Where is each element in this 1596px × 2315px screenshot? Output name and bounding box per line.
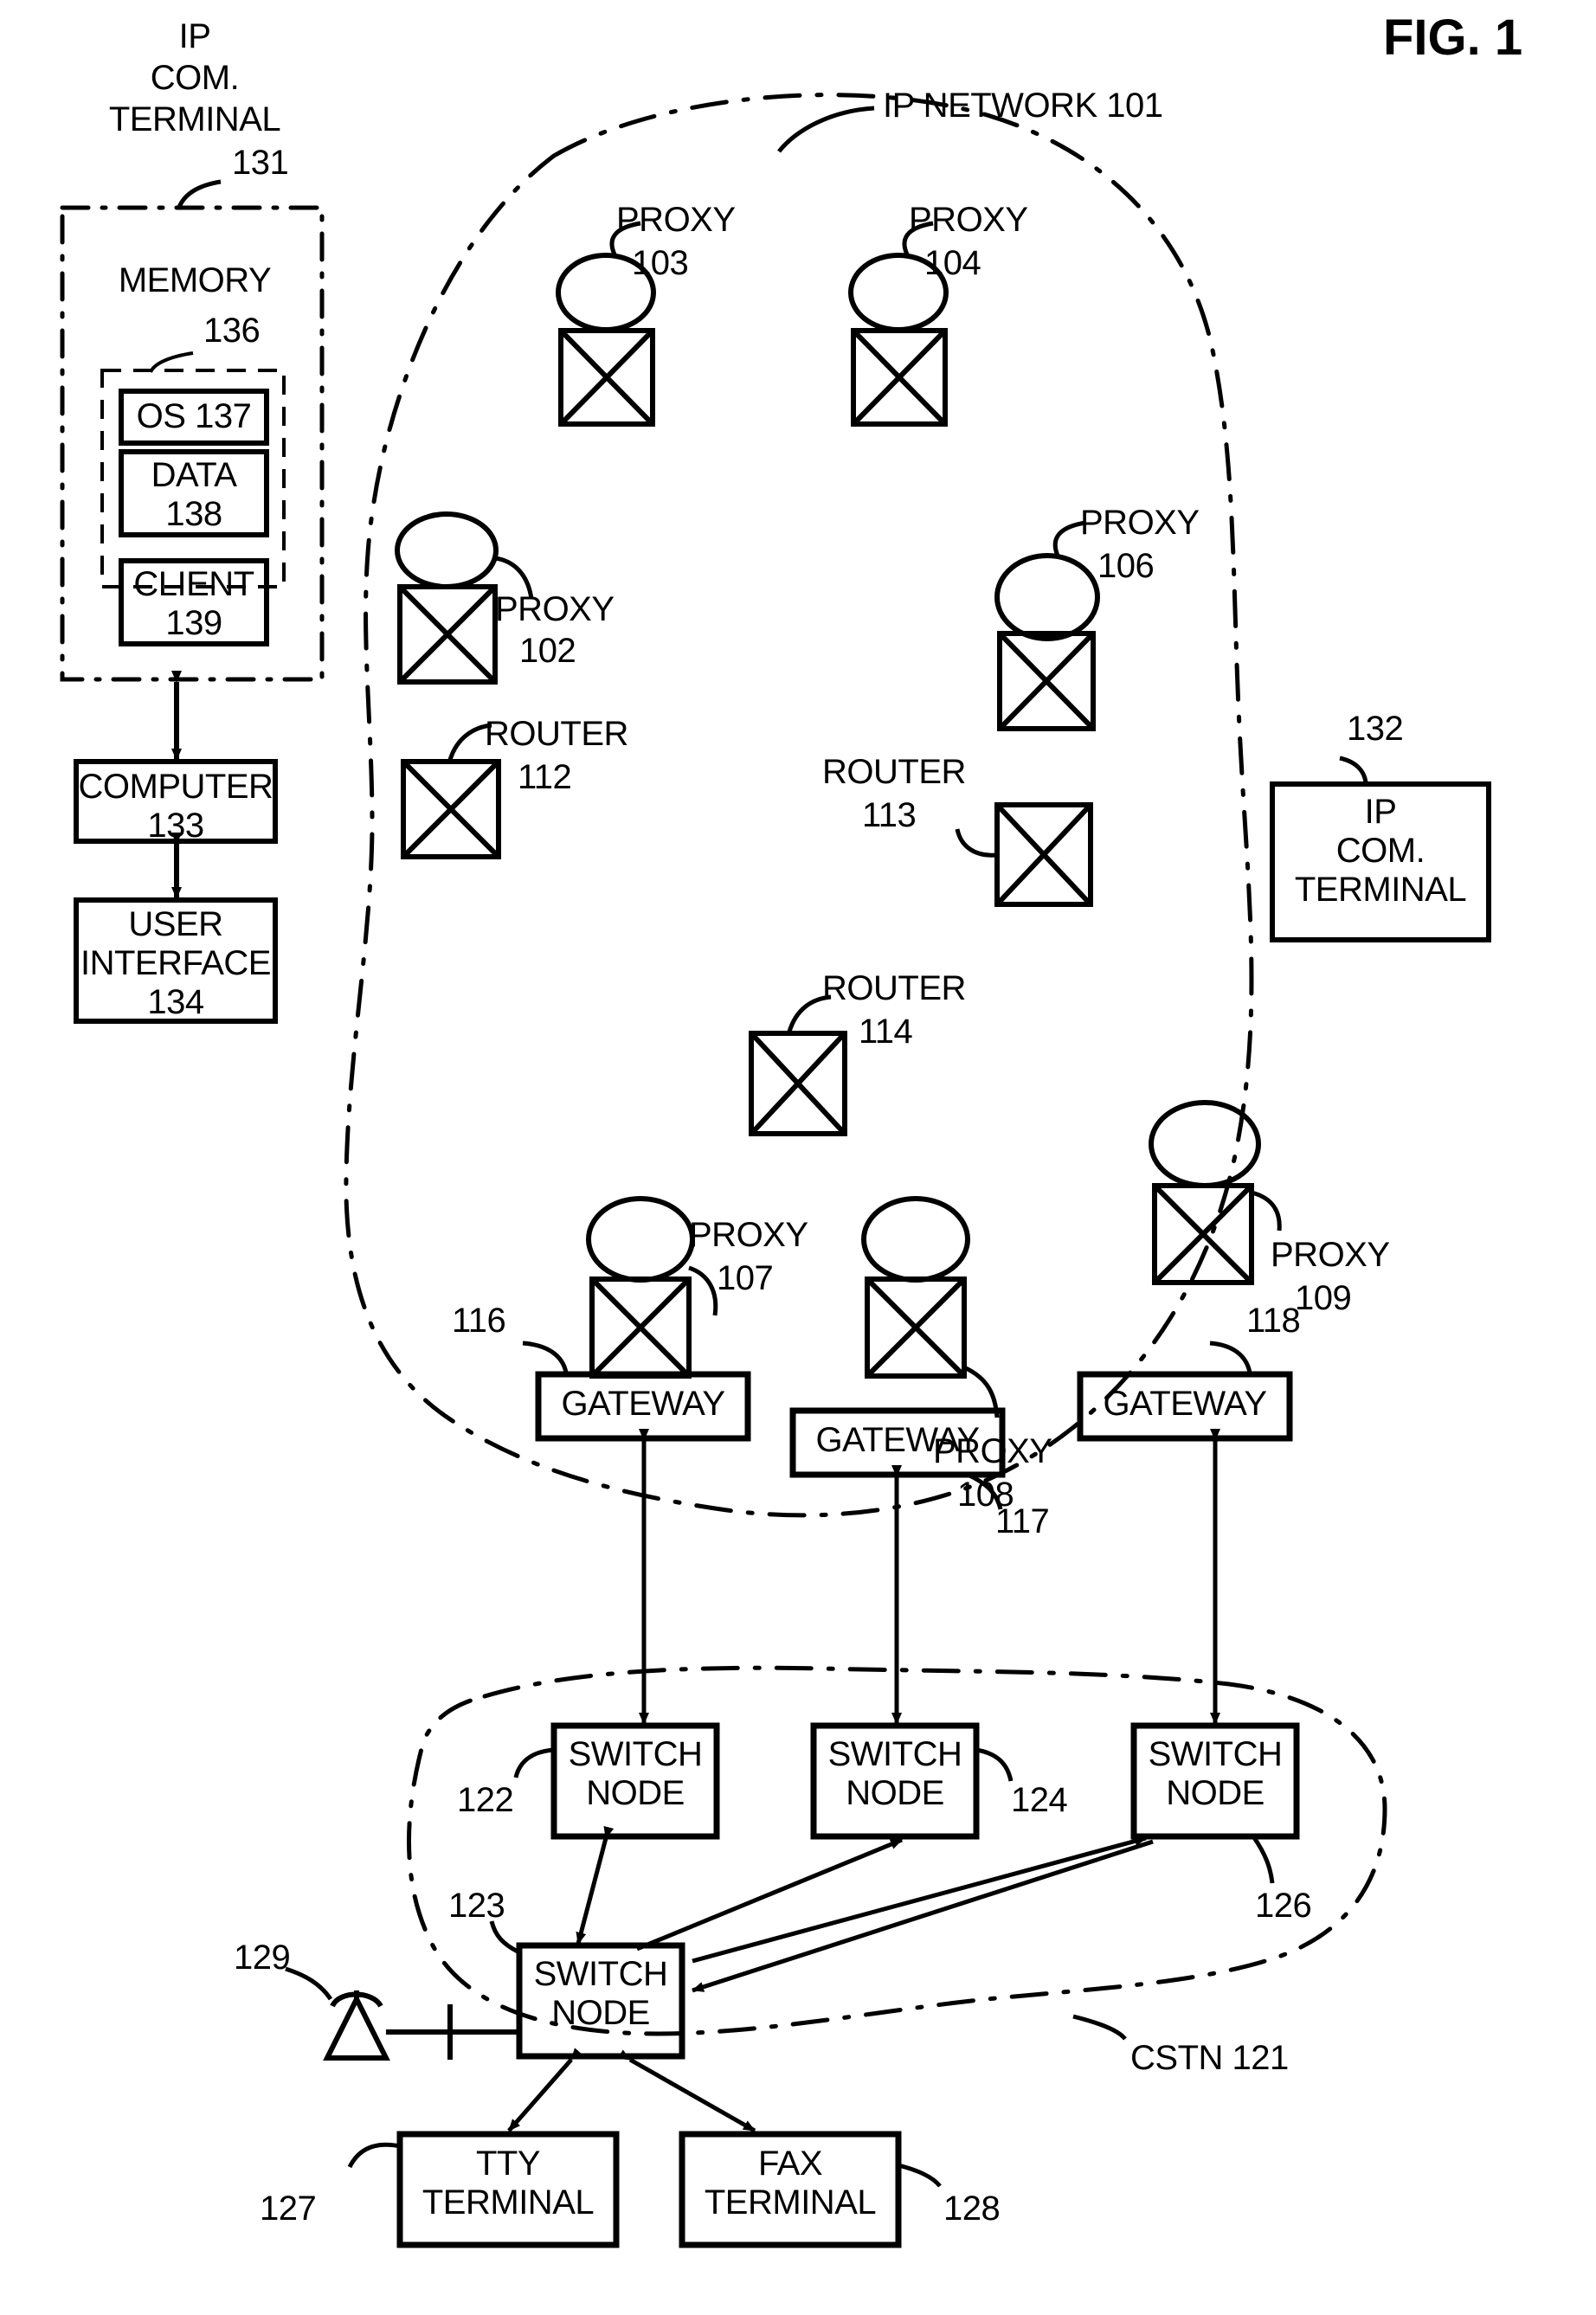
link-sw126-sw123 xyxy=(692,1839,1154,1993)
leader-ip-network-101 xyxy=(777,106,875,153)
proxy-107-ref: 107 xyxy=(717,1259,774,1297)
cstn-label: CSTN 121 xyxy=(1130,2039,1289,2077)
router-112-label: ROUTER xyxy=(485,715,628,753)
router-113-label: ROUTER xyxy=(822,753,966,791)
proxy-108-icon xyxy=(861,1196,970,1379)
router-113-icon xyxy=(994,802,1093,907)
leader-proxy-109 xyxy=(1251,1190,1282,1231)
terminal-131-title-line1: IP xyxy=(178,17,211,55)
leader-router-113 xyxy=(955,828,998,858)
leader-129 xyxy=(285,1966,333,2001)
antenna-129-icon xyxy=(323,1990,519,2061)
switch-node-124-ref: 124 xyxy=(1011,1781,1068,1819)
memory-ref: 136 xyxy=(203,312,261,350)
terminal-131-title-line2: COM. xyxy=(150,59,240,97)
proxy-103-label: PROXY xyxy=(616,201,736,239)
ip-network-label: IP NETWORK 101 xyxy=(883,87,1163,125)
proxy-107-icon xyxy=(586,1196,695,1379)
terminal-132-label: IP COM. TERMINAL xyxy=(1294,793,1467,909)
switch-node-123-label: SWITCH NODE xyxy=(533,1955,668,2032)
switch-node-126-ref: 126 xyxy=(1255,1887,1312,1925)
fax-terminal-ref: 128 xyxy=(943,2190,1001,2228)
gateway-116-ref: 116 xyxy=(452,1302,506,1340)
proxy-103-ref: 103 xyxy=(632,244,689,282)
leader-118 xyxy=(1209,1341,1252,1373)
os-block-label: OS 137 xyxy=(136,397,252,435)
link-sw123-tty xyxy=(507,2048,583,2132)
gateway-118-label: GATEWAY xyxy=(1103,1385,1267,1423)
link-sw123-sw124 xyxy=(636,1837,903,1952)
switch-node-123-ref: 123 xyxy=(448,1887,505,1925)
fax-terminal-label: FAX TERMINAL xyxy=(704,2145,877,2222)
switch-node-124-label: SWITCH NODE xyxy=(827,1735,962,1812)
link-sw122-sw123 xyxy=(576,1825,615,1945)
gateway-118-ref: 118 xyxy=(1246,1302,1301,1340)
leader-126 xyxy=(1251,1835,1275,1884)
proxy-106-icon xyxy=(994,553,1100,731)
switch-node-126-label: SWITCH NODE xyxy=(1148,1735,1283,1812)
leader-123 xyxy=(489,1920,521,1955)
switch-node-122-ref: 122 xyxy=(457,1781,514,1819)
client-block-label: CLIENT 139 xyxy=(133,565,254,642)
router-114-label: ROUTER xyxy=(822,969,966,1007)
router-114-ref: 114 xyxy=(859,1013,913,1051)
tty-terminal-label: TTY TERMINAL xyxy=(422,2145,595,2222)
leader-proxy-107 xyxy=(688,1265,718,1316)
proxy-106-ref: 106 xyxy=(1097,547,1155,585)
leader-124 xyxy=(975,1747,1014,1782)
switch-node-122-label: SWITCH NODE xyxy=(568,1735,703,1812)
computer-label: COMPUTER 133 xyxy=(78,768,274,845)
gateway-117-label: GATEWAY xyxy=(815,1421,980,1459)
proxy-102-icon xyxy=(395,511,499,685)
leader-116 xyxy=(522,1341,569,1373)
leader-cstn-121 xyxy=(1072,2014,1127,2041)
leader-131 xyxy=(176,179,222,210)
proxy-106-label: PROXY xyxy=(1080,504,1200,542)
tty-terminal-ref: 127 xyxy=(260,2190,317,2228)
antenna-129-ref: 129 xyxy=(234,1939,291,1977)
leader-132 xyxy=(1339,756,1368,783)
proxy-109-ref: 109 xyxy=(1295,1279,1352,1317)
leader-127 xyxy=(347,2142,401,2169)
proxy-104-label: PROXY xyxy=(909,201,1028,239)
leader-122 xyxy=(513,1747,555,1778)
user-interface-label: USER INTERFACE 134 xyxy=(80,905,271,1021)
router-113-ref: 113 xyxy=(862,796,917,834)
data-block-label: DATA 138 xyxy=(151,456,237,533)
proxy-102-label: PROXY xyxy=(495,590,615,628)
memory-label: MEMORY xyxy=(118,261,272,299)
terminal-132-ref: 132 xyxy=(1347,710,1404,748)
terminal-131-title-line3: TERMINAL xyxy=(108,100,281,138)
proxy-102-ref: 102 xyxy=(519,632,576,670)
gateway-117-ref: 117 xyxy=(995,1502,1050,1540)
link-sw123-fax xyxy=(617,2049,756,2133)
router-114-icon xyxy=(749,1031,847,1136)
proxy-109-label: PROXY xyxy=(1271,1236,1390,1274)
leader-128 xyxy=(898,2163,942,2188)
patent-figure-1: FIG. 1 IP COM. TERMINAL 131 MEMORY 136 O… xyxy=(0,0,1596,2315)
router-112-ref: 112 xyxy=(518,758,572,796)
router-112-icon xyxy=(401,759,501,859)
proxy-104-ref: 104 xyxy=(924,244,981,282)
proxy-107-label: PROXY xyxy=(689,1216,808,1254)
terminal-131-ref: 131 xyxy=(232,144,289,182)
figure-title: FIG. 1 xyxy=(1383,10,1523,66)
gateway-116-label: GATEWAY xyxy=(561,1385,725,1423)
